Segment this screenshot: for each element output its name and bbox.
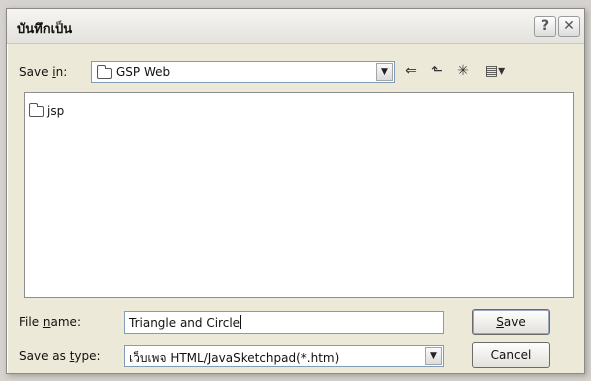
save-in-value: GSP Web (116, 65, 171, 79)
file-item-label: jsp (47, 104, 65, 118)
help-button[interactable]: ? (534, 16, 556, 37)
folder-icon (96, 65, 112, 79)
back-icon[interactable]: ⇐ (401, 61, 421, 81)
save-in-dropdown[interactable]: GSP Web ▼ (91, 61, 395, 83)
save-in-label: Save in: (19, 65, 68, 79)
close-button[interactable]: ✕ (558, 16, 580, 37)
new-folder-icon[interactable]: ✳ (453, 61, 473, 81)
file-name-label: File name: (19, 315, 81, 329)
file-name-input[interactable]: Triangle and Circle (124, 311, 444, 334)
title-bar[interactable]: บันทึกเป็น ? ✕ (7, 9, 584, 44)
file-list[interactable]: jsp (24, 92, 574, 298)
chevron-down-icon[interactable]: ▼ (425, 347, 442, 365)
save-button[interactable]: Save (472, 309, 550, 335)
save-as-dialog: บันทึกเป็น ? ✕ Save in: GSP Web ▼ ⇐ ⬑ ✳ … (6, 8, 585, 374)
save-as-type-value: เว็บเพจ HTML/JavaSketchpad(*.htm) (129, 351, 340, 365)
chevron-down-icon[interactable]: ▼ (376, 63, 393, 81)
folder-icon (28, 102, 44, 117)
save-as-type-label: Save as type: (19, 349, 101, 363)
save-as-type-dropdown[interactable]: เว็บเพจ HTML/JavaSketchpad(*.htm) ▼ (124, 345, 444, 367)
dialog-title: บันทึกเป็น (17, 22, 73, 37)
cancel-button[interactable]: Cancel (472, 342, 550, 368)
list-item[interactable]: jsp (28, 102, 65, 118)
up-folder-icon[interactable]: ⬑ (427, 61, 447, 81)
views-menu-icon[interactable]: ▤▾ (481, 61, 509, 81)
